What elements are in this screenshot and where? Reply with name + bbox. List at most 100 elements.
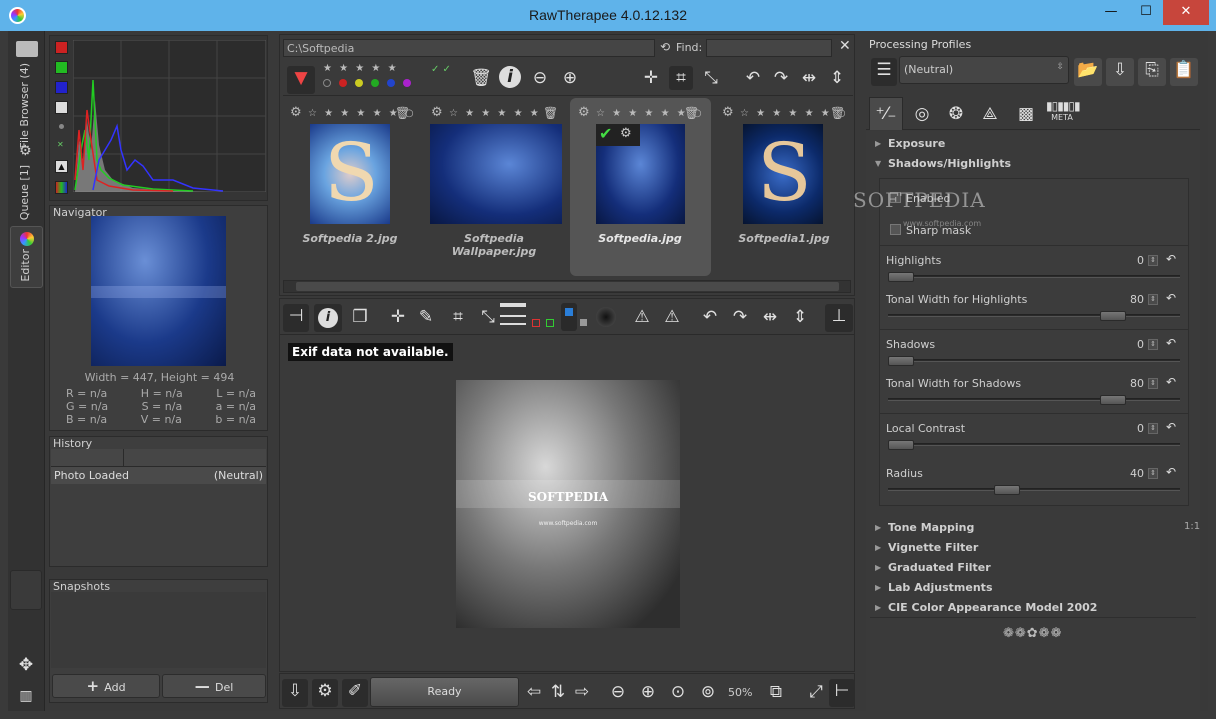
green-preview-icon[interactable]: [546, 319, 554, 327]
thumbnail-image[interactable]: ✔ ⚙: [596, 124, 685, 224]
new-detail-window-icon[interactable]: ⧉: [764, 680, 788, 704]
rotate-left-icon[interactable]: ↶: [698, 305, 722, 329]
focus-mask-icon[interactable]: [596, 307, 616, 327]
luminance-preview-icon[interactable]: [580, 319, 587, 326]
info-icon[interactable]: i: [314, 304, 342, 332]
slider-track[interactable]: [888, 311, 1180, 321]
color-purple-icon[interactable]: [403, 79, 411, 87]
reset-icon[interactable]: ↶: [1166, 375, 1176, 389]
horizontal-scrollbar[interactable]: [283, 280, 851, 293]
slider-knob[interactable]: [1100, 311, 1126, 321]
color-yellow-icon[interactable]: [355, 79, 363, 87]
crop-icon[interactable]: ⌗: [446, 305, 470, 329]
gear-icon[interactable]: ⚙: [290, 105, 302, 120]
trash-icon[interactable]: 🗑: [469, 66, 493, 90]
tab-detail-icon[interactable]: ◎: [906, 99, 938, 129]
red-channel-toggle[interactable]: [55, 41, 68, 54]
clipped-highlights-icon[interactable]: ⚠: [630, 305, 654, 329]
bar-toggle-icon[interactable]: ▲: [55, 160, 68, 173]
color-label-filters[interactable]: [323, 79, 411, 87]
navigate-icon[interactable]: ✥: [14, 653, 38, 677]
filmstrip-icon[interactable]: ▥: [14, 684, 38, 708]
color-red-icon[interactable]: [339, 79, 347, 87]
trash-icon[interactable]: 🗑: [395, 106, 410, 120]
slider-track[interactable]: [888, 440, 1180, 450]
crosshair-icon[interactable]: ✛: [639, 66, 663, 90]
flip-horizontal-icon[interactable]: ⇹: [758, 305, 782, 329]
trash-icon[interactable]: 🗑: [684, 106, 699, 120]
tab-color-icon[interactable]: ❂: [940, 99, 972, 129]
tab-raw-icon[interactable]: ▩: [1010, 99, 1042, 129]
slider-track[interactable]: [888, 356, 1180, 366]
path-field[interactable]: C:\Softpedia: [283, 39, 655, 57]
spin-button[interactable]: ⇕: [1148, 378, 1158, 389]
find-input[interactable]: [706, 39, 832, 57]
add-snapshot-button[interactable]: + Add: [52, 674, 160, 698]
thumbnail-image[interactable]: [430, 124, 562, 224]
section-exposure[interactable]: Exposure: [888, 137, 945, 150]
slider-value[interactable]: 0: [1114, 422, 1144, 435]
gear-icon[interactable]: ⚙: [722, 105, 734, 120]
edited-filter-icon[interactable]: ✓ ✓: [431, 64, 451, 75]
zoom-in-icon[interactable]: ⊕: [558, 66, 582, 90]
zoom-out-icon[interactable]: ⊖: [606, 680, 630, 704]
rating-filter-stars[interactable]: ★ ★ ★ ★ ★: [323, 63, 399, 74]
slider-value[interactable]: 0: [1114, 254, 1144, 267]
slider-track[interactable]: [888, 272, 1180, 282]
section-collapsed[interactable]: Vignette Filter: [888, 541, 978, 554]
flip-vertical-icon[interactable]: ⇕: [788, 305, 812, 329]
hand-tool-icon[interactable]: ✛: [386, 305, 410, 329]
section-collapsed[interactable]: CIE Color Appearance Model 2002: [888, 601, 1097, 614]
straighten-icon[interactable]: ⤡: [699, 66, 723, 90]
save-image-icon[interactable]: ⇩: [282, 679, 308, 707]
fullscreen-icon[interactable]: ⤢: [804, 680, 828, 704]
spin-button[interactable]: ⇕: [1148, 255, 1158, 266]
slider-knob[interactable]: [888, 440, 914, 450]
tab-exposure-icon[interactable]: ⁺⁄₋: [869, 97, 903, 130]
scrollbar-thumb[interactable]: [296, 282, 839, 291]
expander-collapsed-icon[interactable]: ▶: [875, 139, 881, 148]
slider-knob[interactable]: [994, 485, 1020, 495]
color-none-icon[interactable]: [323, 79, 331, 87]
copy-profile-icon[interactable]: ⎘: [1138, 58, 1166, 86]
section-collapsed[interactable]: Lab Adjustments: [888, 581, 993, 594]
minimize-button[interactable]: —: [1094, 0, 1128, 25]
profile-select[interactable]: (Neutral) ⇳: [899, 56, 1069, 84]
slider-value[interactable]: 80: [1114, 377, 1144, 390]
red-preview-icon[interactable]: [532, 319, 540, 327]
section-collapsed[interactable]: Graduated Filter: [888, 561, 991, 574]
expander-collapsed-icon[interactable]: ▶: [875, 583, 881, 592]
slider-value[interactable]: 0: [1114, 338, 1144, 351]
green-channel-toggle[interactable]: [55, 61, 68, 74]
slider-knob[interactable]: [888, 356, 914, 366]
paste-profile-icon[interactable]: 📋: [1170, 58, 1198, 86]
expander-collapsed-icon[interactable]: ▶: [875, 563, 881, 572]
zoom-100-icon[interactable]: ⊚: [696, 680, 720, 704]
gear-icon[interactable]: ⚙: [431, 105, 443, 120]
external-editor-icon[interactable]: ✐: [342, 679, 368, 707]
tab-metadata[interactable]: ▮▯▮▮▯▮ META: [1046, 99, 1081, 129]
load-profile-icon[interactable]: 📂: [1074, 58, 1102, 86]
spin-button[interactable]: ⇕: [1148, 294, 1158, 305]
section-shadows-highlights[interactable]: Shadows/Highlights: [888, 157, 1011, 170]
filter-icon[interactable]: ▼: [287, 66, 315, 94]
thumbnail[interactable]: ⚙ ☆ ★ ★ ★ ★ ★ ○ 🗑 S Softpedia 2.jpg: [280, 98, 425, 276]
sharp-mask-checkbox[interactable]: [890, 224, 901, 235]
color-picker-icon[interactable]: ✎: [414, 305, 438, 329]
maximize-button[interactable]: ☐: [1129, 0, 1163, 25]
rotate-right-icon[interactable]: ↷: [728, 305, 752, 329]
thumbnail-image[interactable]: S: [743, 124, 823, 224]
gear-icon[interactable]: ⚙: [578, 105, 590, 120]
tab-queue[interactable]: ⚙ Queue [1]: [10, 143, 43, 221]
zoom-out-icon[interactable]: ⊖: [528, 66, 552, 90]
thumbnail[interactable]: ⚙ ☆ ★ ★ ★ ★ ★ ○ 🗑 Softpedia Wallpaper.jp…: [423, 98, 568, 276]
clear-find-icon[interactable]: ✕: [839, 38, 851, 54]
tab-editor[interactable]: Editor: [10, 226, 43, 288]
thumbnail-selected[interactable]: ⚙ ☆ ★ ★ ★ ★ ★ ○ 🗑 ✔ ⚙ Softpedia.jpg: [570, 98, 711, 276]
section-collapsed[interactable]: Tone Mapping: [888, 521, 974, 534]
luminance-toggle[interactable]: [55, 101, 68, 114]
thumbnail-stars[interactable]: ☆ ★ ★ ★ ★ ★ ○: [449, 108, 557, 119]
thumbnail-image[interactable]: S: [310, 124, 390, 224]
color-blue-icon[interactable]: [387, 79, 395, 87]
previous-image-icon[interactable]: ⇦: [522, 680, 546, 704]
